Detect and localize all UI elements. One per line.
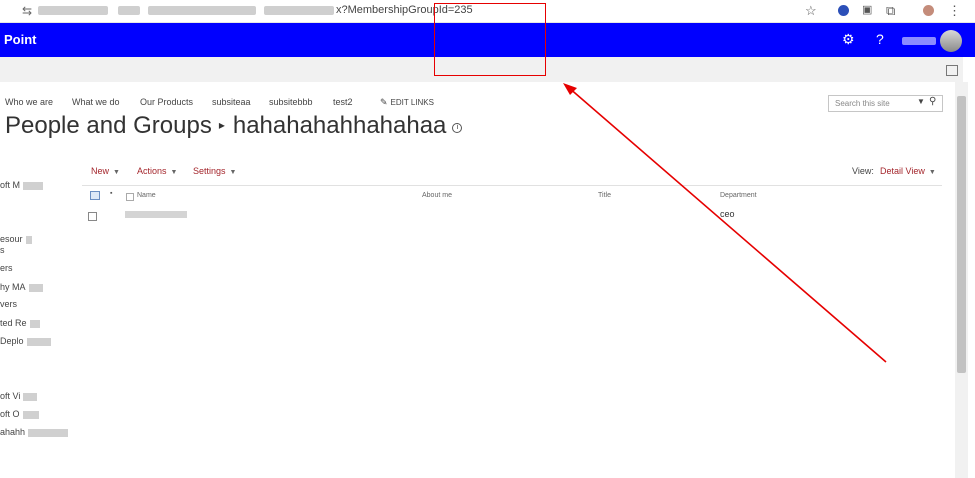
annotation-arrow xyxy=(563,83,887,363)
annotation-arrow-line xyxy=(567,86,887,363)
